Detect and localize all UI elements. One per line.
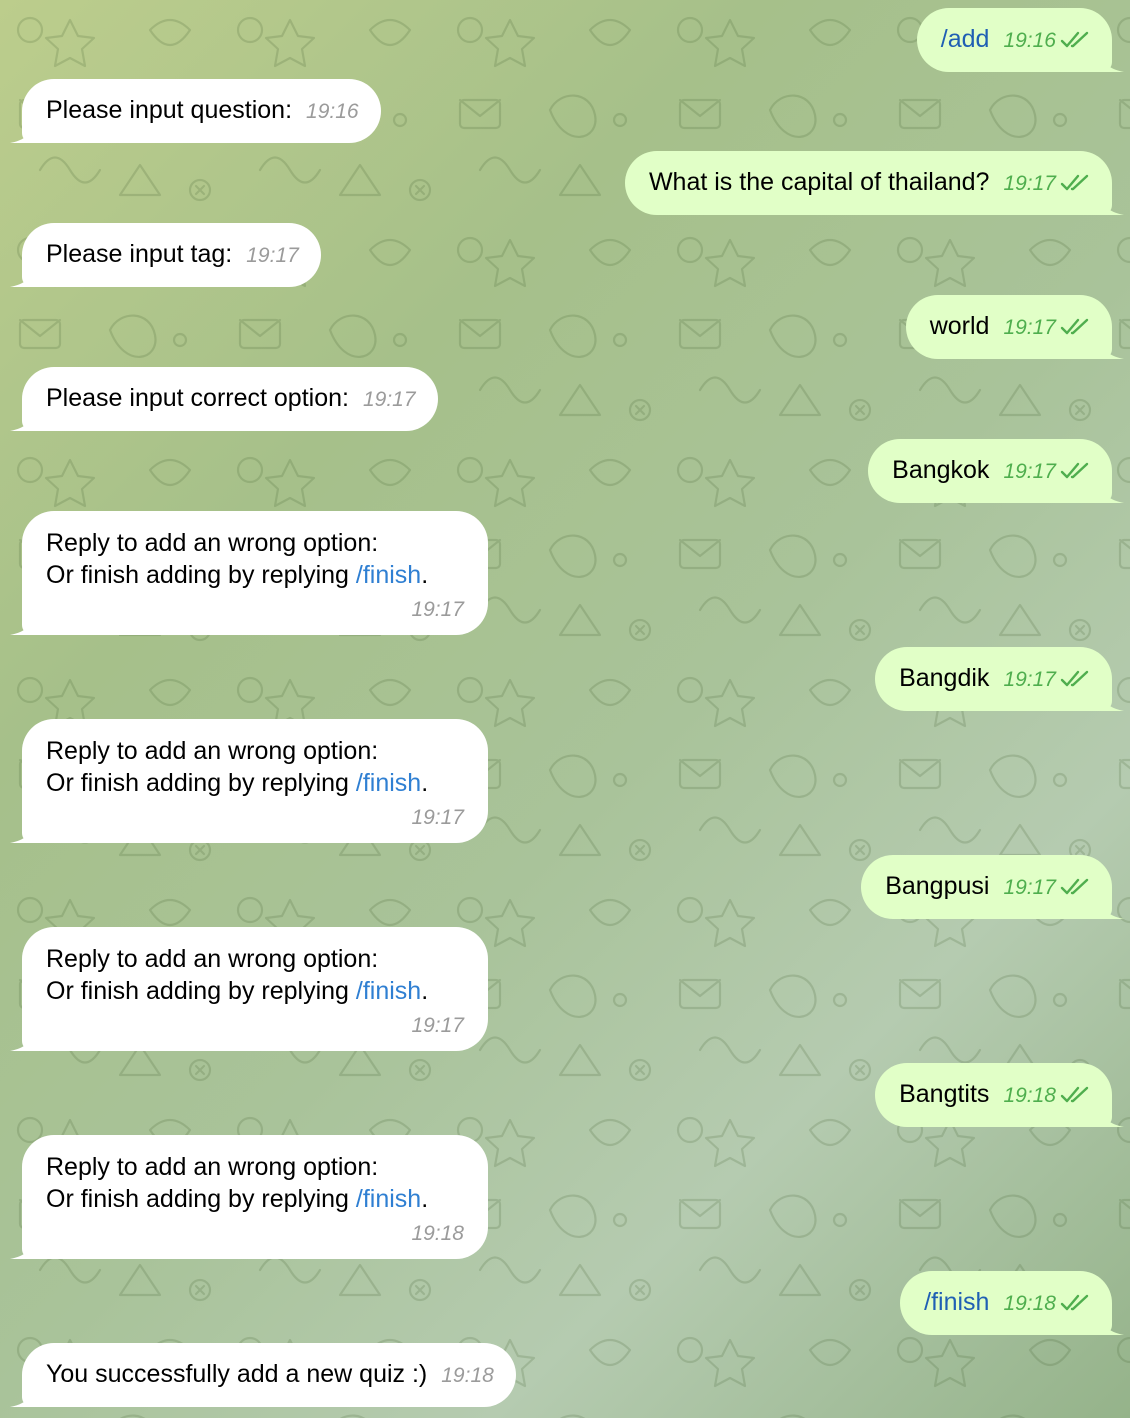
double-check-icon: [1060, 1086, 1089, 1103]
message-text: Reply to add an wrong option:: [46, 945, 379, 973]
message-text: Bangtits: [899, 1080, 990, 1108]
bubble-tail: [10, 121, 34, 143]
outgoing-message[interactable]: /finish 19:18: [900, 1271, 1124, 1335]
message-text: Or finish adding by replying /finish.: [46, 1185, 429, 1213]
bubble-tail: [1100, 50, 1124, 72]
bubble-tail: [10, 1029, 34, 1051]
incoming-message[interactable]: Reply to add an wrong option: Or finish …: [10, 511, 488, 635]
message-time: 19:18: [1003, 1292, 1056, 1315]
chat-message-list[interactable]: /add 19:16 Please input question: 19:16 Wh…: [0, 0, 1130, 1418]
double-check-icon: [1060, 174, 1089, 191]
bubble-tail: [1100, 897, 1124, 919]
message-time: 19:17: [1003, 172, 1056, 195]
outgoing-message[interactable]: Bangtits 19:18: [875, 1063, 1124, 1127]
outgoing-message[interactable]: world 19:17: [905, 295, 1124, 359]
incoming-message[interactable]: Reply to add an wrong option: Or finish …: [10, 927, 488, 1051]
message-text: world: [929, 312, 990, 340]
message-time: 19:16: [1003, 29, 1056, 52]
bubble-tail: [10, 409, 34, 431]
bubble-tail: [10, 1385, 34, 1407]
message-text: Reply to add an wrong option:: [46, 1153, 379, 1181]
message-time: 19:18: [1003, 1084, 1056, 1107]
message-text: Bangdik: [899, 664, 990, 692]
message-time: 19:17: [1003, 668, 1056, 691]
command-link[interactable]: /finish: [356, 977, 421, 1005]
double-check-icon: [1060, 31, 1089, 48]
message-time: 19:18: [411, 1222, 464, 1245]
message-text: Or finish adding by replying /finish.: [46, 561, 429, 589]
bubble-tail: [1100, 1105, 1124, 1127]
command-link[interactable]: /finish: [356, 561, 421, 589]
outgoing-message[interactable]: Bangdik 19:17: [875, 647, 1124, 711]
command-link[interactable]: /finish: [356, 1185, 421, 1213]
bubble-tail: [10, 1237, 34, 1259]
message-time: 19:17: [411, 1014, 464, 1037]
double-check-icon: [1060, 318, 1089, 335]
bubble-tail: [1100, 689, 1124, 711]
message-text: Bangkok: [892, 456, 990, 484]
bubble-tail: [10, 613, 34, 635]
message-time: 19:17: [1003, 316, 1056, 339]
double-check-icon: [1060, 878, 1089, 895]
bubble-tail: [1100, 337, 1124, 359]
message-time: 19:17: [411, 806, 464, 829]
incoming-message[interactable]: Reply to add an wrong option: Or finish …: [10, 719, 488, 843]
message-text: Or finish adding by replying /finish.: [46, 977, 429, 1005]
incoming-message[interactable]: Please input tag: 19:17: [10, 223, 321, 287]
incoming-message[interactable]: Please input correct option: 19:17: [10, 367, 438, 431]
message-time: 19:18: [441, 1364, 494, 1387]
message-text: What is the capital of thailand?: [648, 168, 990, 196]
outgoing-message[interactable]: What is the capital of thailand? 19:17: [624, 151, 1124, 215]
message-text: Please input tag:: [46, 240, 233, 268]
message-time: 19:17: [411, 598, 464, 621]
message-text: You successfully add a new quiz :): [46, 1360, 428, 1388]
outgoing-message[interactable]: Bangpusi 19:17: [861, 855, 1124, 919]
message-time: 19:17: [246, 244, 299, 267]
bubble-tail: [10, 821, 34, 843]
double-check-icon: [1060, 1294, 1089, 1311]
message-time: 19:17: [1003, 876, 1056, 899]
incoming-message[interactable]: Reply to add an wrong option: Or finish …: [10, 1135, 488, 1259]
message-text: Bangpusi: [885, 872, 990, 900]
outgoing-message[interactable]: /add 19:16: [916, 8, 1124, 72]
double-check-icon: [1060, 670, 1089, 687]
bubble-tail: [1100, 1313, 1124, 1335]
incoming-message[interactable]: Please input question: 19:16: [10, 79, 381, 143]
message-time: 19:16: [306, 100, 359, 123]
command-link[interactable]: /finish: [924, 1288, 989, 1316]
message-text: Reply to add an wrong option:: [46, 737, 379, 765]
message-time: 19:17: [362, 388, 416, 411]
bubble-tail: [1100, 481, 1124, 503]
command-link[interactable]: /finish: [356, 769, 421, 797]
message-text: Reply to add an wrong option:: [46, 529, 379, 557]
bubble-tail: [10, 265, 34, 287]
bubble-tail: [1100, 193, 1124, 215]
double-check-icon: [1060, 462, 1089, 479]
command-link[interactable]: /add: [941, 25, 990, 53]
outgoing-message[interactable]: Bangkok 19:17: [868, 439, 1124, 503]
message-text: Please input question:: [46, 96, 293, 124]
message-text: Or finish adding by replying /finish.: [46, 769, 429, 797]
incoming-message[interactable]: You successfully add a new quiz :) 19:18: [10, 1343, 516, 1407]
message-time: 19:17: [1003, 460, 1056, 483]
message-text: Please input correct option:: [46, 384, 349, 412]
